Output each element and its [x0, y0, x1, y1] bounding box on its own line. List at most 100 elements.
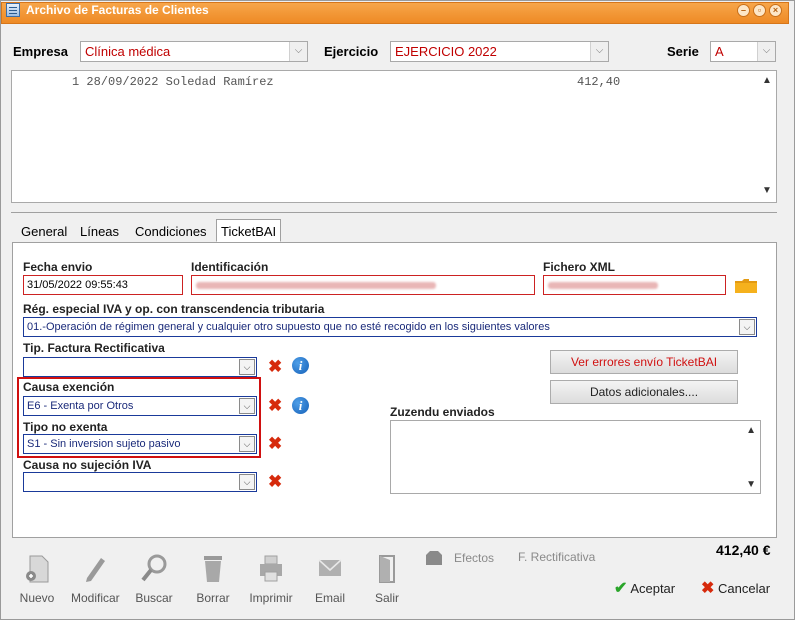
modificar-label: Modificar	[71, 591, 120, 605]
ejercicio-label: Ejercicio	[324, 44, 379, 59]
reg-especial-select[interactable]: 01.-Operación de régimen general y cualq…	[23, 317, 757, 337]
email-button[interactable]: Email	[307, 552, 353, 605]
tipo-no-exenta-value: S1 - Sin inversion sujeto pasivo	[27, 438, 181, 450]
folder-icon[interactable]	[735, 279, 757, 293]
salir-button[interactable]: Salir	[364, 552, 410, 605]
fichero-xml-label: Fichero XML	[543, 260, 616, 274]
causa-no-sujecion-select[interactable]: ⌵	[23, 472, 257, 492]
clear-icon[interactable]: ✖	[268, 435, 282, 452]
invoice-list[interactable]: 1 28/09/2022 Soledad Ramírez 412,40 ▲ ▼	[11, 70, 777, 203]
minimize-button[interactable]: –	[737, 4, 750, 17]
new-document-icon	[22, 552, 52, 584]
aceptar-label: Aceptar	[630, 581, 676, 596]
identificacion-field[interactable]	[191, 275, 535, 295]
scroll-up-icon[interactable]: ▲	[762, 75, 772, 86]
info-icon[interactable]: i	[292, 397, 309, 414]
cancel-icon: ✖	[701, 580, 715, 597]
serie-select[interactable]: A ⌵	[710, 41, 776, 62]
chevron-down-icon: ⌵	[289, 42, 307, 61]
chevron-down-icon: ⌵	[239, 474, 255, 490]
modificar-button[interactable]: Modificar	[71, 552, 120, 605]
ejercicio-select[interactable]: EJERCICIO 2022 ⌵	[390, 41, 609, 62]
causa-no-sujecion-label: Causa no sujeción IVA	[23, 458, 152, 472]
restore-icon: ▫	[757, 5, 762, 15]
imprimir-button[interactable]: Imprimir	[248, 552, 294, 605]
empresa-label: Empresa	[13, 44, 68, 59]
redacted-value	[548, 282, 658, 289]
reg-especial-value: 01.-Operación de régimen general y cualq…	[27, 321, 550, 333]
buscar-button[interactable]: Buscar	[131, 552, 177, 605]
printer-icon	[256, 552, 286, 584]
list-item-amount: 412,40	[577, 75, 621, 89]
tipo-no-exenta-select[interactable]: S1 - Sin inversion sujeto pasivo ⌵	[23, 434, 257, 454]
chevron-down-icon: ⌵	[239, 436, 255, 452]
clear-icon[interactable]: ✖	[268, 358, 282, 375]
causa-exencion-label: Causa exención	[23, 380, 115, 394]
info-icon[interactable]: i	[292, 357, 309, 374]
ejercicio-value: EJERCICIO 2022	[395, 44, 497, 59]
chevron-down-icon: ⌵	[757, 42, 775, 61]
identificacion-label: Identificación	[191, 260, 269, 274]
exit-door-icon	[372, 552, 402, 584]
tab-condiciones[interactable]: Condiciones	[131, 220, 211, 243]
datos-adicionales-button[interactable]: Datos adicionales....	[550, 380, 738, 404]
zuzendu-textarea[interactable]: ▲ ▼	[390, 420, 761, 494]
chevron-down-icon: ⌵	[239, 359, 255, 375]
fecha-envio-label: Fecha envio	[23, 260, 93, 274]
fichero-xml-field[interactable]	[543, 275, 726, 295]
window-title: Archivo de Facturas de Clientes	[26, 3, 209, 17]
tip-factura-select[interactable]: ⌵	[23, 357, 257, 377]
clear-icon[interactable]: ✖	[268, 397, 282, 414]
reg-especial-label: Rég. especial IVA y op. con transcendenc…	[23, 302, 325, 316]
imprimir-label: Imprimir	[249, 591, 293, 605]
ver-errores-button[interactable]: Ver errores envío TicketBAI	[550, 350, 738, 374]
buscar-label: Buscar	[135, 591, 173, 605]
fecha-envio-field[interactable]: 31/05/2022 09:55:43	[23, 275, 183, 295]
chevron-down-icon: ⌵	[739, 319, 755, 335]
chevron-down-icon: ⌵	[590, 42, 608, 61]
rectificativa-button[interactable]: F. Rectificativa	[518, 550, 595, 564]
email-icon	[315, 552, 345, 584]
empresa-select[interactable]: Clínica médica ⌵	[80, 41, 308, 62]
nuevo-label: Nuevo	[19, 591, 55, 605]
tab-label: General	[21, 224, 68, 239]
list-scrollbar[interactable]: ▲ ▼	[759, 71, 776, 202]
tab-label: TicketBAI	[221, 224, 277, 239]
app-icon	[6, 3, 20, 17]
fecha-envio-value: 31/05/2022 09:55:43	[27, 279, 128, 291]
zuzendu-label: Zuzendu enviados	[390, 405, 495, 419]
empresa-value: Clínica médica	[85, 44, 171, 59]
scroll-down-icon[interactable]: ▼	[762, 185, 772, 196]
tab-lineas[interactable]: Líneas	[76, 220, 124, 243]
tab-ticketbai[interactable]: TicketBAI	[216, 219, 282, 242]
tab-label: Líneas	[80, 224, 120, 239]
aceptar-button[interactable]: ✔ Aceptar	[614, 578, 675, 598]
serie-label: Serie	[667, 44, 699, 59]
tab-general[interactable]: General	[17, 220, 72, 243]
close-button[interactable]: ×	[769, 4, 782, 17]
trash-icon	[198, 552, 228, 584]
cancelar-button[interactable]: ✖ Cancelar	[701, 578, 770, 598]
scroll-down-icon[interactable]: ▼	[746, 479, 756, 490]
tip-factura-label: Tip. Factura Rectificativa	[23, 341, 165, 355]
scroll-up-icon[interactable]: ▲	[746, 425, 756, 436]
chevron-down-icon: ⌵	[239, 398, 255, 414]
checkmark-icon: ✔	[614, 580, 628, 597]
close-icon: ×	[772, 5, 779, 15]
efectos-button[interactable]: Efectos	[454, 551, 494, 565]
invoice-total: 412,40 €	[716, 542, 771, 558]
restore-button[interactable]: ▫	[753, 4, 766, 17]
causa-exencion-value: E6 - Exenta por Otros	[27, 400, 134, 412]
nuevo-button[interactable]: Nuevo	[14, 552, 60, 605]
cancelar-label: Cancelar	[718, 581, 771, 596]
pencil-icon	[79, 552, 109, 584]
search-icon	[139, 552, 169, 584]
email-label: Email	[314, 591, 345, 605]
redacted-value	[196, 282, 436, 289]
borrar-button[interactable]: Borrar	[190, 552, 236, 605]
tab-label: Condiciones	[135, 224, 207, 239]
causa-exencion-select[interactable]: E6 - Exenta por Otros ⌵	[23, 396, 257, 416]
clear-icon[interactable]: ✖	[268, 473, 282, 490]
salir-label: Salir	[374, 591, 399, 605]
list-item[interactable]: 1 28/09/2022 Soledad Ramírez	[72, 75, 274, 89]
